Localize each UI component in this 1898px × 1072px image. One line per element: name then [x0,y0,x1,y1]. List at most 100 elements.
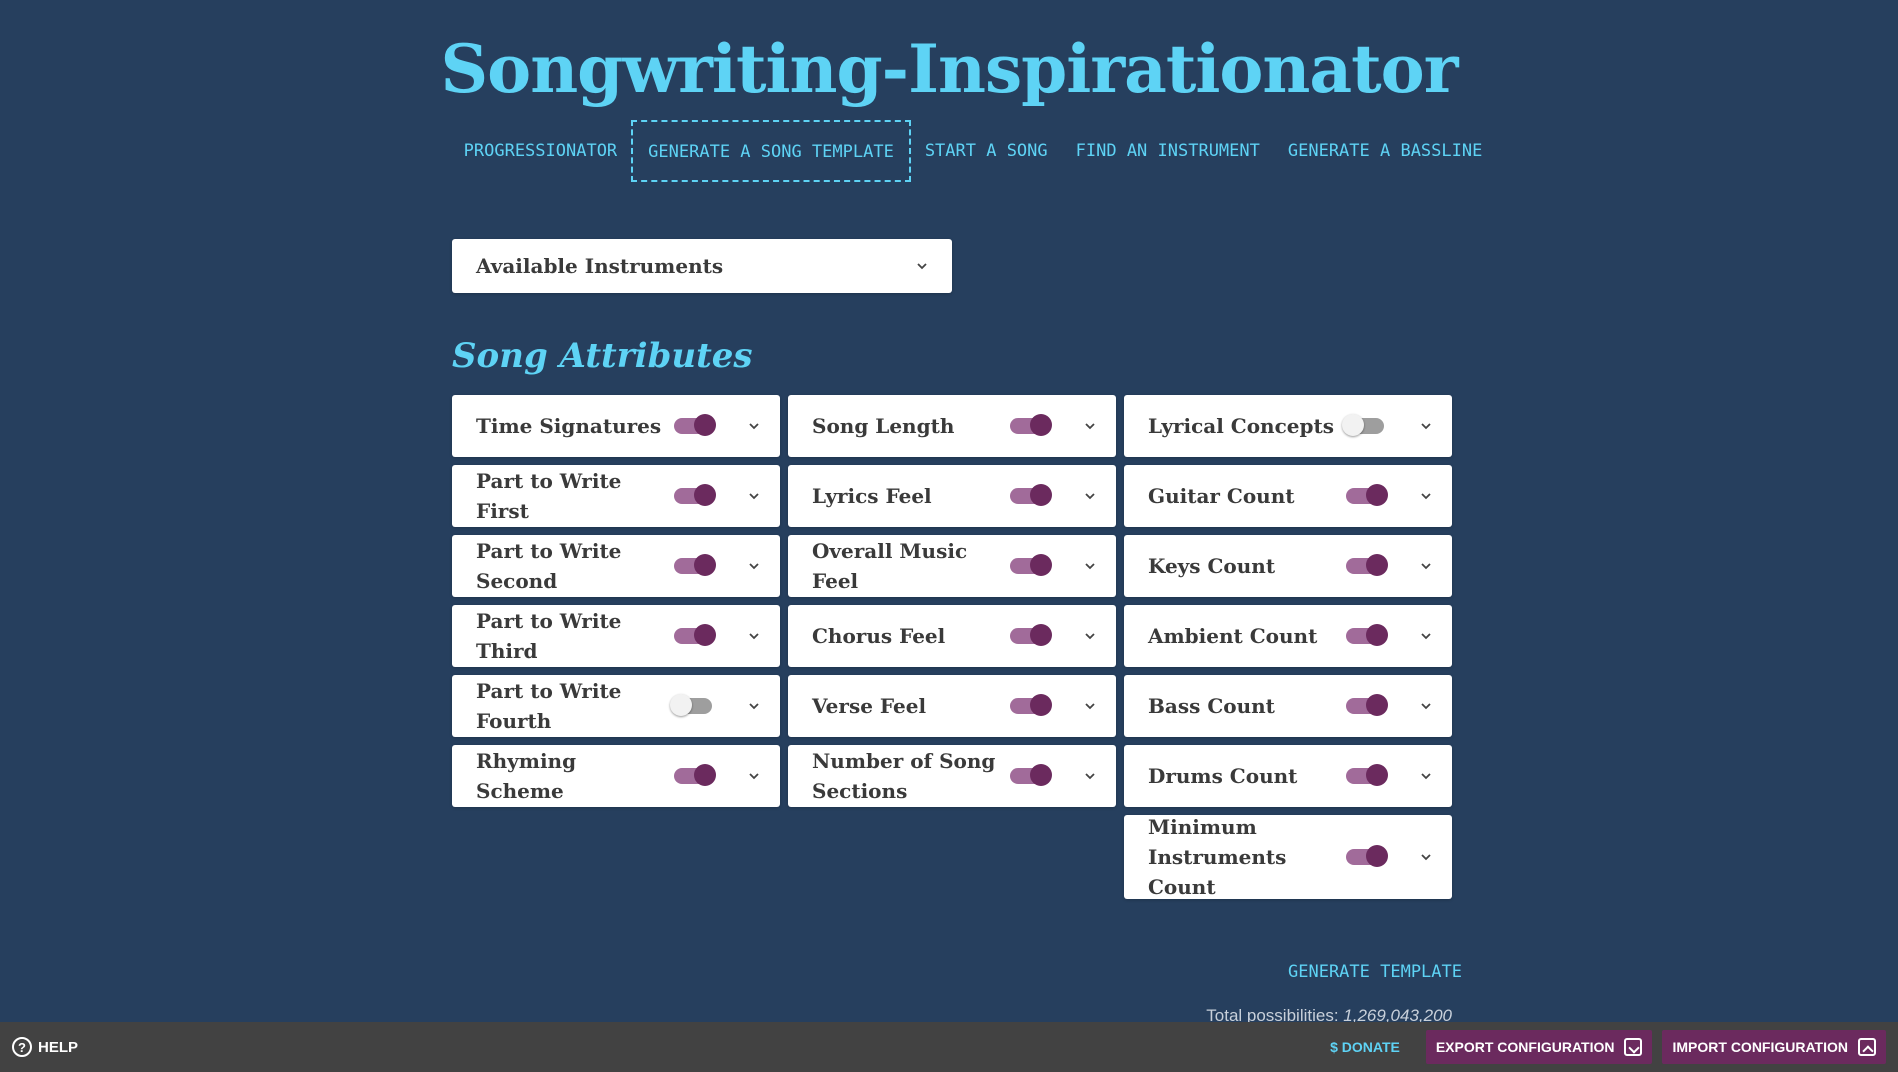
attribute-label: Overall Music Feel [812,539,968,593]
toggle-knob [1342,414,1364,436]
attribute-label: Number of Song Sections [812,749,996,803]
toggle-knob [1030,484,1052,506]
attribute-card[interactable]: Number of Song Sections [788,745,1116,807]
attribute-toggle[interactable] [674,414,716,436]
chevron-down-icon[interactable] [1420,630,1432,642]
attribute-toggle[interactable] [1010,414,1052,436]
chevron-down-icon[interactable] [748,630,760,642]
attribute-label: Drums Count [1148,764,1298,788]
nav-start-a-song[interactable]: Start a Song [911,123,1062,179]
attribute-card[interactable]: Keys Count [1124,535,1452,597]
attribute-label: Verse Feel [812,694,927,718]
page: Songwriting-Inspirationator Progressiona… [0,0,1898,1072]
attribute-label: Song Length [812,414,955,438]
attribute-card[interactable]: Part to Write Second [452,535,780,597]
attribute-toggle[interactable] [1346,694,1388,716]
upload-icon [1858,1038,1876,1056]
attribute-card[interactable]: Minimum Instruments Count [1124,815,1452,899]
download-icon [1624,1038,1643,1056]
attribute-toggle[interactable] [1010,554,1052,576]
import-configuration-button[interactable]: IMPORT CONFIGURATION [1662,1030,1886,1064]
attribute-label: Minimum Instruments Count [1148,815,1287,899]
attribute-toggle[interactable] [1010,764,1052,786]
attribute-toggle[interactable] [674,554,716,576]
bottom-bar: ? HELP $ DONATE EXPORT CONFIGURATION IMP… [0,1022,1898,1072]
attribute-card[interactable]: Lyrics Feel [788,465,1116,527]
chevron-down-icon[interactable] [1084,630,1096,642]
attribute-toggle[interactable] [674,624,716,646]
attribute-toggle[interactable] [1010,484,1052,506]
attribute-card[interactable]: Drums Count [1124,745,1452,807]
attribute-card[interactable]: Verse Feel [788,675,1116,737]
attribute-label: Lyrics Feel [812,484,932,508]
donate-link[interactable]: $ DONATE [1330,1039,1400,1055]
chevron-down-icon[interactable] [1420,851,1432,863]
export-label: EXPORT CONFIGURATION [1435,1039,1615,1055]
chevron-down-icon[interactable] [1084,700,1096,712]
attribute-toggle[interactable] [1342,414,1384,436]
attribute-card[interactable]: Part to Write First [452,465,780,527]
chevron-down-icon[interactable] [748,490,760,502]
chevron-down-icon[interactable] [748,560,760,572]
chevron-down-icon[interactable] [1084,490,1096,502]
attribute-card[interactable]: Time Signatures [452,395,780,457]
attribute-card[interactable]: Rhyming Scheme [452,745,780,807]
attribute-toggle[interactable] [1010,624,1052,646]
chevron-down-icon[interactable] [748,700,760,712]
attribute-toggle[interactable] [1346,845,1388,867]
attribute-card[interactable]: Bass Count [1124,675,1452,737]
nav-generate-song-template[interactable]: Generate a Song Template [631,120,911,182]
export-configuration-button[interactable]: EXPORT CONFIGURATION [1425,1030,1653,1064]
attribute-label: Part to Write First [476,469,622,523]
attribute-card[interactable]: Ambient Count [1124,605,1452,667]
chevron-down-icon[interactable] [748,420,760,432]
attribute-toggle[interactable] [1346,554,1388,576]
toggle-knob [1366,484,1388,506]
chevron-down-icon[interactable] [1084,420,1096,432]
toggle-knob [694,554,716,576]
chevron-down-icon[interactable] [1420,490,1432,502]
attribute-toggle[interactable] [1346,764,1388,786]
attribute-label: Rhyming Scheme [476,749,577,803]
attribute-label: Ambient Count [1148,624,1318,648]
toggle-knob [1030,554,1052,576]
song-attributes-heading: Song Attributes [452,336,753,376]
chevron-down-icon[interactable] [1420,700,1432,712]
help-button[interactable]: ? HELP [12,1037,78,1057]
attribute-card[interactable]: Part to Write Third [452,605,780,667]
chevron-down-icon[interactable] [1420,560,1432,572]
nav-generate-a-bassline[interactable]: Generate a Bassline [1274,123,1496,179]
toggle-knob [670,694,692,716]
toggle-knob [694,764,716,786]
attribute-toggle[interactable] [1346,624,1388,646]
toggle-knob [1366,764,1388,786]
chevron-down-icon[interactable] [748,770,760,782]
attributes-column-2: Song Length Lyrics Feel Overall Music Feel… [788,395,1116,815]
attribute-label: Guitar Count [1148,484,1295,508]
chevron-down-icon[interactable] [1420,420,1432,432]
attribute-toggle[interactable] [670,694,712,716]
attribute-card[interactable]: Song Length [788,395,1116,457]
attribute-label: Bass Count [1148,694,1275,718]
attribute-label: Keys Count [1148,554,1276,578]
attribute-toggle[interactable] [674,764,716,786]
toggle-knob [694,484,716,506]
chevron-down-icon[interactable] [1084,770,1096,782]
attribute-label: Chorus Feel [812,624,946,648]
generate-template-button[interactable]: Generate Template [1288,962,1462,982]
chevron-down-icon[interactable] [1084,560,1096,572]
attribute-card[interactable]: Chorus Feel [788,605,1116,667]
attribute-toggle[interactable] [674,484,716,506]
nav-progressionator[interactable]: Progressionator [450,123,632,179]
attribute-card[interactable]: Part to Write Fourth [452,675,780,737]
attribute-toggle[interactable] [1346,484,1388,506]
chevron-down-icon[interactable] [1420,770,1432,782]
nav-find-an-instrument[interactable]: Find an Instrument [1062,123,1274,179]
attribute-card[interactable]: Overall Music Feel [788,535,1116,597]
help-icon: ? [12,1037,32,1057]
attribute-card[interactable]: Guitar Count [1124,465,1452,527]
attribute-toggle[interactable] [1010,694,1052,716]
toggle-knob [1030,624,1052,646]
available-instruments-dropdown[interactable]: Available Instruments [452,239,952,293]
attribute-card[interactable]: Lyrical Concepts [1124,395,1452,457]
